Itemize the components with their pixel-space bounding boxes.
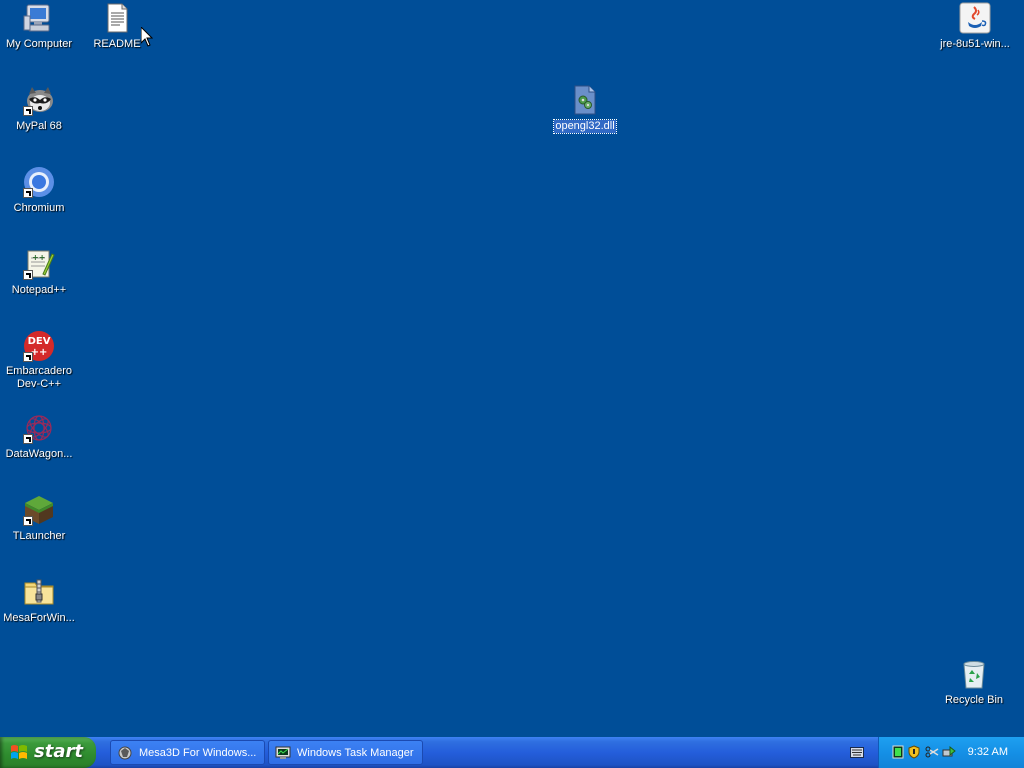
windows-logo-icon <box>11 745 27 759</box>
clock[interactable]: 9:32 AM <box>968 746 1008 758</box>
my-computer-desktop-icon[interactable]: My Computer <box>0 2 78 52</box>
keyboard-icon[interactable] <box>850 747 864 758</box>
svg-text:DEV: DEV <box>28 336 51 347</box>
start-button[interactable]: start <box>0 737 96 768</box>
chromium-icon <box>23 166 55 198</box>
desktop[interactable]: My Computer README jre-8u51-win... MyPal… <box>0 0 1024 737</box>
mesa-zip-folder-label: MesaForWin... <box>3 612 75 624</box>
svg-text:++: ++ <box>31 347 48 358</box>
taskbar-button-task-manager[interactable]: Windows Task Manager <box>268 740 423 765</box>
chromium-desktop-icon[interactable]: Chromium <box>0 166 78 216</box>
shortcut-arrow-icon <box>23 106 33 116</box>
system-tray: 9:32 AM <box>878 737 1024 768</box>
mesa-zip-folder-desktop-icon[interactable]: MesaForWin... <box>0 576 78 626</box>
taskbar-button-label: Mesa3D For Windows... <box>139 747 257 759</box>
notepadpp-icon: ++ <box>23 248 55 280</box>
text-document-icon <box>101 2 133 34</box>
svg-text:++: ++ <box>32 253 45 262</box>
grass-block-icon <box>23 494 55 526</box>
safely-remove-hardware-icon[interactable] <box>942 745 956 759</box>
raccoon-browser-icon <box>23 84 55 116</box>
devcpp-label: Embarcadero Dev-C++ <box>5 365 73 390</box>
recycle-bin-icon <box>958 658 990 690</box>
shortcut-arrow-icon <box>23 516 33 526</box>
network-monitor-icon[interactable] <box>891 745 905 759</box>
recycle-bin-label: Recycle Bin <box>944 694 1004 706</box>
shortcut-arrow-icon <box>23 352 33 362</box>
jre-installer-desktop-icon[interactable]: jre-8u51-win... <box>936 2 1014 52</box>
java-icon <box>959 2 991 34</box>
task-manager-icon <box>275 746 291 759</box>
dll-file-icon <box>569 84 601 116</box>
devcpp-desktop-icon[interactable]: DEV ++ Embarcadero Dev-C++ <box>0 330 78 392</box>
taskbar-button-label: Windows Task Manager <box>297 747 414 759</box>
computer-icon <box>23 2 55 34</box>
security-shield-icon[interactable] <box>907 745 921 759</box>
notepadpp-desktop-icon[interactable]: ++ Notepad++ <box>0 248 78 298</box>
jre-installer-label: jre-8u51-win... <box>940 38 1010 50</box>
readme-label: README <box>93 38 141 50</box>
mesa-app-icon <box>118 746 132 760</box>
mouse-pointer-icon <box>141 27 153 47</box>
scissors-icon[interactable] <box>925 745 939 759</box>
mypal-label: MyPal 68 <box>16 120 62 132</box>
zip-folder-icon <box>23 576 55 608</box>
devcpp-icon: DEV ++ <box>23 330 55 362</box>
chromium-label: Chromium <box>13 202 65 214</box>
opengl-dll-desktop-icon[interactable]: opengl32.dll <box>546 84 624 134</box>
shortcut-arrow-icon <box>23 434 33 444</box>
datawagon-icon <box>23 412 55 444</box>
recycle-bin-desktop-icon[interactable]: Recycle Bin <box>935 658 1013 708</box>
taskbar-button-mesa3d[interactable]: Mesa3D For Windows... <box>110 740 265 765</box>
my-computer-label: My Computer <box>5 38 73 50</box>
mypal-desktop-icon[interactable]: MyPal 68 <box>0 84 78 134</box>
taskbar: start Mesa3D For Windows... Windows Task… <box>0 737 1024 768</box>
start-label: start <box>34 741 83 762</box>
shortcut-arrow-icon <box>23 188 33 198</box>
tlauncher-desktop-icon[interactable]: TLauncher <box>0 494 78 544</box>
shortcut-arrow-icon <box>23 270 33 280</box>
tlauncher-label: TLauncher <box>12 530 66 542</box>
opengl-dll-label: opengl32.dll <box>553 119 617 134</box>
datawagon-label: DataWagon... <box>5 448 73 460</box>
notepadpp-label: Notepad++ <box>11 284 67 296</box>
datawagon-desktop-icon[interactable]: DataWagon... <box>0 412 78 462</box>
